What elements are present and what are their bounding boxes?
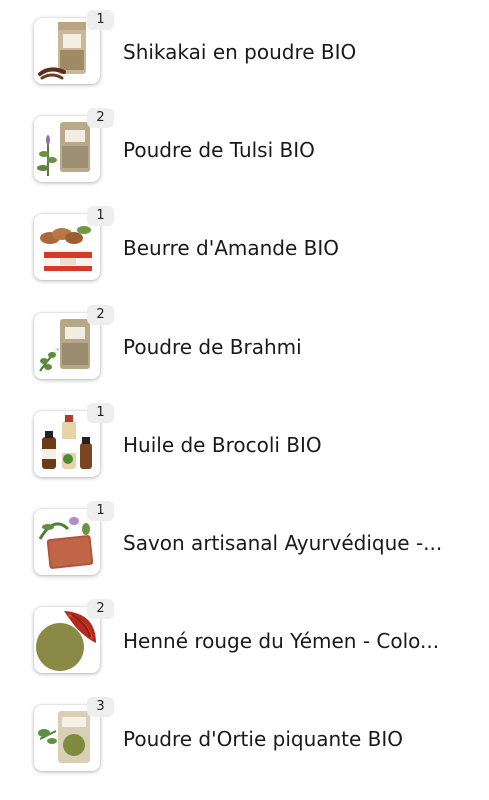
product-name[interactable]: Savon artisanal Ayurvédique -... (123, 531, 463, 555)
quantity-badge: 2 (87, 108, 114, 128)
product-name[interactable]: Beurre d'Amande BIO (123, 236, 463, 260)
list-item[interactable]: 1 Savon artisanal Ayurvédique -... (0, 501, 489, 581)
product-name[interactable]: Henné rouge du Yémen - Colo... (123, 629, 463, 653)
quantity-badge: 1 (87, 403, 114, 423)
list-item[interactable]: 2 Poudre de Brahmi (0, 305, 489, 385)
quantity-badge: 1 (87, 206, 114, 226)
list-item[interactable]: 2 Henné rouge du Yémen - Colo... (0, 599, 489, 679)
product-name[interactable]: Poudre de Brahmi (123, 335, 463, 359)
product-name[interactable]: Poudre d'Ortie piquante BIO (123, 727, 463, 751)
product-name[interactable]: Poudre de Tulsi BIO (123, 138, 463, 162)
product-name[interactable]: Huile de Brocoli BIO (123, 433, 463, 457)
product-name[interactable]: Shikakai en poudre BIO (123, 40, 463, 64)
list-item[interactable]: 1 Shikakai en poudre BIO (0, 10, 489, 90)
quantity-badge: 3 (87, 697, 114, 717)
quantity-badge: 1 (87, 501, 114, 521)
quantity-badge: 2 (87, 305, 114, 325)
quantity-badge: 2 (87, 599, 114, 619)
list-item[interactable]: 2 Poudre de Tulsi BIO (0, 108, 489, 188)
cart-item-list: 1 Shikakai en poudre BIO 2 Poudre de Tul… (0, 0, 489, 800)
quantity-badge: 1 (87, 10, 114, 30)
list-item[interactable]: 3 Poudre d'Ortie piquante BIO (0, 697, 489, 777)
list-item[interactable]: 1 Huile de Brocoli BIO (0, 403, 489, 483)
list-item[interactable]: 1 Beurre d'Amande BIO (0, 206, 489, 286)
